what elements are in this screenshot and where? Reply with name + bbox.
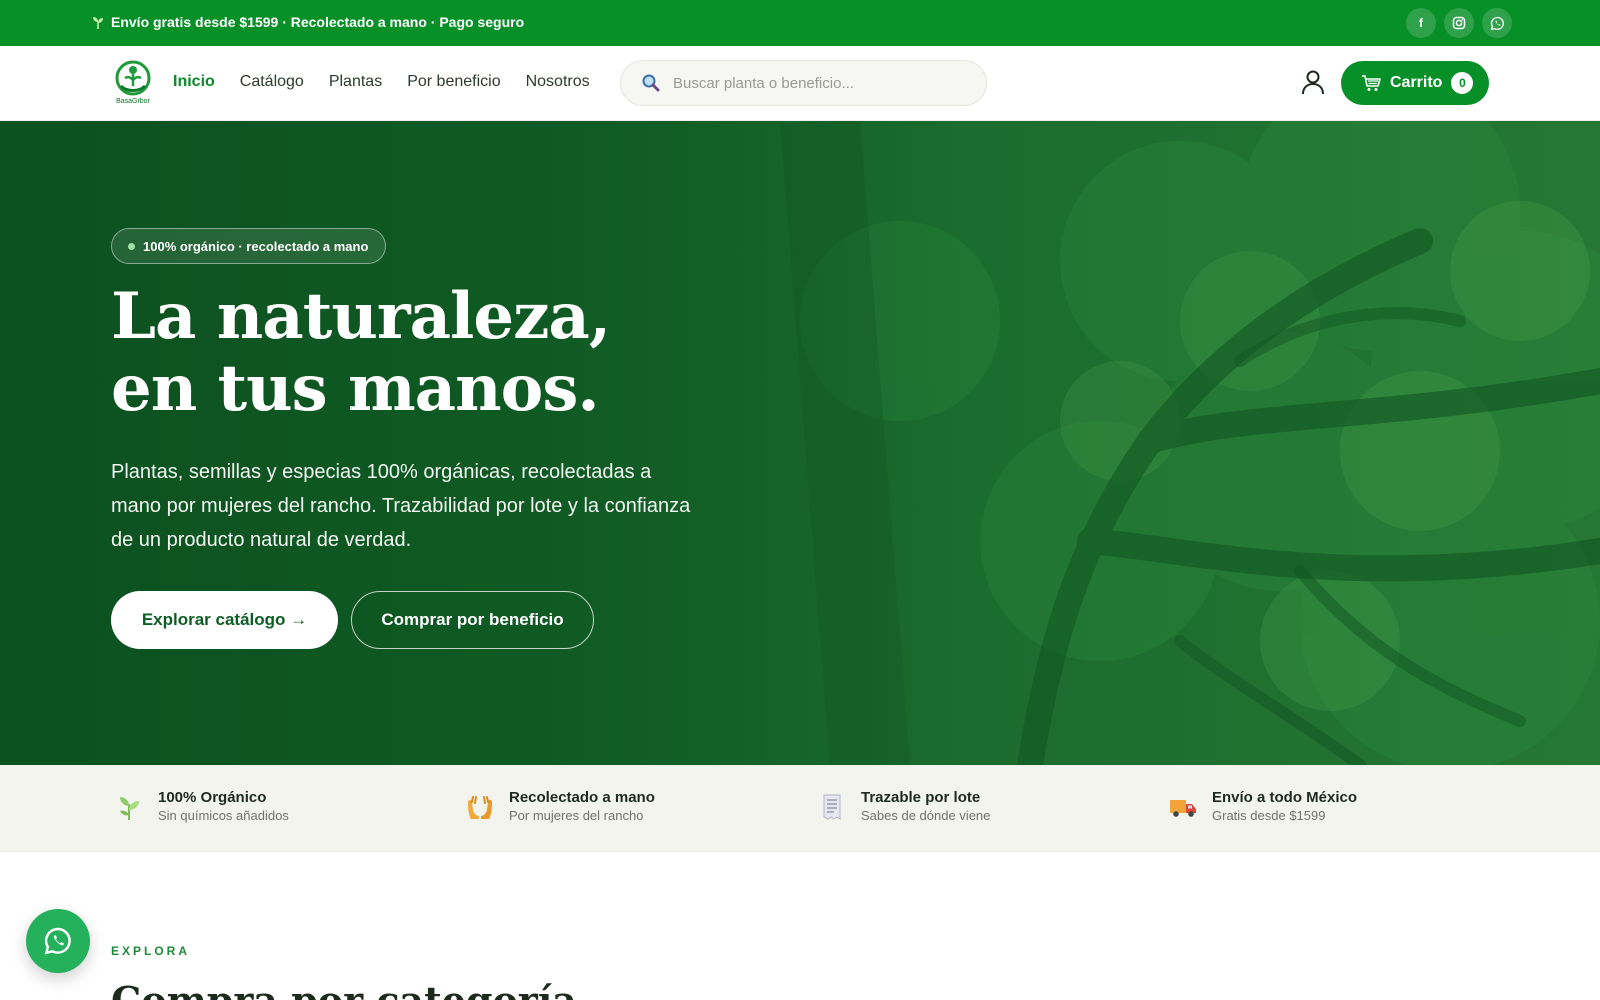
explore-catalog-button[interactable]: Explorar catálogo → xyxy=(111,591,338,649)
shop-by-benefit-button[interactable]: Comprar por beneficio xyxy=(351,591,594,649)
instagram-icon[interactable] xyxy=(1444,8,1474,38)
facebook-glyph: f xyxy=(1419,16,1423,30)
badge-dot xyxy=(128,242,135,250)
nav-plantas[interactable]: Plantas xyxy=(329,73,382,91)
feature-subtitle: Sabes de dónde viene xyxy=(861,808,991,823)
logo-wordmark: BasaGrbor xyxy=(116,98,151,105)
cart-label: Carrito xyxy=(1390,74,1443,91)
truck-icon xyxy=(1170,799,1196,817)
social-links: f xyxy=(1406,8,1512,38)
brand-logo[interactable]: BasaGrbor xyxy=(113,58,153,106)
hero-title: La naturaleza, en tus manos. xyxy=(111,279,611,426)
main-navbar: BasaGrbor Inicio Catálogo Plantas Por be… xyxy=(0,46,1600,121)
cart-button[interactable]: Carrito 0 xyxy=(1341,61,1489,105)
nav-inicio[interactable]: Inicio xyxy=(173,73,215,91)
nav-por-beneficio[interactable]: Por beneficio xyxy=(407,73,500,91)
hero-title-line-1: La naturaleza, xyxy=(111,279,611,354)
search-input[interactable] xyxy=(673,74,963,92)
feature-subtitle: Por mujeres del rancho xyxy=(509,808,644,823)
instagram-glyph xyxy=(1452,16,1466,30)
feature-title: Envío a todo México xyxy=(1212,789,1358,806)
badge-text: 100% orgánico · recolectado a mano xyxy=(143,238,369,254)
feature-handpicked-text: Recolectado a mano Por mujeres del ranch… xyxy=(509,789,655,824)
feature-shipping: Envío a todo México Gratis desde $1599 xyxy=(1168,789,1357,824)
nav-nosotros[interactable]: Nosotros xyxy=(526,73,590,91)
feature-handpicked: Recolectado a mano Por mujeres del ranch… xyxy=(465,789,655,824)
cart-icon xyxy=(1362,75,1381,91)
feature-title: Recolectado a mano xyxy=(509,789,655,806)
hero-overlay xyxy=(0,121,1600,765)
whatsapp-icon xyxy=(44,927,71,955)
whatsapp-glyph xyxy=(1490,16,1504,30)
section-title: Compra por categoría xyxy=(111,978,577,1000)
account-icon[interactable] xyxy=(1300,68,1326,96)
features-strip: 100% Orgánico Sin químicos añadidos Reco… xyxy=(0,765,1600,852)
feature-organic: 100% Orgánico Sin químicos añadidos xyxy=(114,789,289,824)
announcement: Envío gratis desde $1599 · Recolectado a… xyxy=(92,14,524,30)
hands-icon xyxy=(468,795,492,819)
search-bar xyxy=(620,60,987,106)
sprout-icon xyxy=(93,17,103,29)
feature-title: Trazable por lote xyxy=(861,789,981,806)
feature-title: 100% Orgánico xyxy=(158,789,267,806)
whatsapp-icon[interactable] xyxy=(1482,8,1512,38)
organic-badge: 100% orgánico · recolectado a mano xyxy=(111,228,387,264)
plant-icon xyxy=(120,796,139,820)
feature-subtitle: Sin químicos añadidos xyxy=(158,808,289,823)
cart-count-badge: 0 xyxy=(1451,72,1474,94)
hero-description: Plantas, semillas y especias 100% orgáni… xyxy=(111,461,691,551)
nav-catalogo[interactable]: Catálogo xyxy=(240,73,304,91)
feature-traceable: Trazable por lote Sabes de dónde viene xyxy=(817,789,990,824)
section-eyebrow: EXPLORA xyxy=(111,944,191,958)
whatsapp-float-button[interactable] xyxy=(26,909,90,973)
hero-title-line-2: en tus manos. xyxy=(111,351,600,426)
announcement-bar: Envío gratis desde $1599 · Recolectado a… xyxy=(0,0,1600,46)
feature-organic-text: 100% Orgánico Sin químicos añadidos xyxy=(158,789,289,824)
search-icon xyxy=(642,74,660,92)
facebook-icon[interactable]: f xyxy=(1406,8,1436,38)
hero-section: 100% orgánico · recolectado a mano La na… xyxy=(0,121,1600,765)
receipt-icon xyxy=(823,794,841,820)
announcement-text: Envío gratis desde $1599 · Recolectado a… xyxy=(111,14,525,30)
feature-traceable-text: Trazable por lote Sabes de dónde viene xyxy=(861,789,990,824)
nav-links: Inicio Catálogo Plantas Por beneficio No… xyxy=(173,73,590,91)
feature-subtitle: Gratis desde $1599 xyxy=(1212,808,1326,823)
feature-shipping-text: Envío a todo México Gratis desde $1599 xyxy=(1212,789,1357,824)
